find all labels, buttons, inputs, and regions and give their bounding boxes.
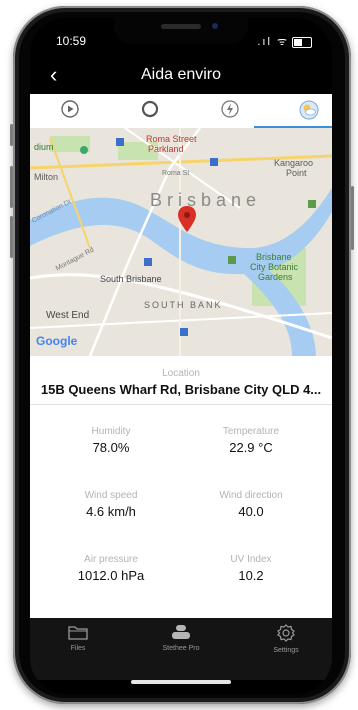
reading-wind-direction: Wind direction 40.0 <box>196 490 306 519</box>
notch <box>114 18 248 44</box>
map-label-botanic-2: City Botanic <box>250 262 299 272</box>
tab-bar-top <box>30 94 332 128</box>
divider <box>30 404 332 405</box>
map-label-kangaroo: Kangaroo <box>274 158 314 168</box>
reading-value: 22.9 °C <box>229 440 273 455</box>
page-title: Aida enviro <box>140 66 222 83</box>
reading-uv-index: UV Index 10.2 <box>196 554 306 583</box>
gear-icon <box>277 624 295 642</box>
battery-icon <box>292 36 312 48</box>
location-value: 15B Queens Wharf Rd, Brisbane City QLD 4… <box>40 382 322 397</box>
map-label-roma: Roma Street <box>146 134 197 144</box>
reading-wind-speed: Wind speed 4.6 km/h <box>56 490 166 519</box>
reading-label: UV Index <box>230 554 272 565</box>
map-label-milton: Milton <box>34 172 59 182</box>
reading-air-pressure: Air pressure 1012.0 hPa <box>56 554 166 583</box>
app-screen: 10:59 .ıl ᯤ ‹ Aida enviro Brisbane Roma … <box>30 18 332 694</box>
lightning-circle-icon[interactable] <box>220 99 242 121</box>
folder-icon <box>68 626 88 640</box>
reading-label: Humidity <box>91 426 131 437</box>
mute-switch <box>10 124 13 146</box>
map-label-west-end: West End <box>46 310 90 321</box>
map-label-parkland: Parkland <box>148 144 184 154</box>
speaker <box>161 24 201 29</box>
play-circle-icon[interactable] <box>60 99 82 121</box>
signal-wifi-icon: .ıl ᯤ <box>257 36 289 48</box>
google-logo: Google <box>36 334 78 348</box>
tab-settings[interactable]: Settings <box>256 624 316 654</box>
tab-stethee-pro[interactable]: Stethee Pro <box>151 624 211 652</box>
volume-down-button <box>10 216 13 258</box>
readings-panel: Location 15B Queens Wharf Rd, Brisbane C… <box>30 356 332 618</box>
tab-files[interactable]: Files <box>48 624 108 652</box>
reading-value: 4.6 km/h <box>86 504 136 519</box>
nav-bar: ‹ Aida enviro <box>30 60 332 94</box>
volume-up-button <box>10 166 13 208</box>
reading-label: Air pressure <box>84 554 138 565</box>
status-icons: .ıl ᯤ <box>257 34 312 49</box>
reading-label: Wind speed <box>84 490 138 501</box>
reading-label: Wind direction <box>219 490 283 501</box>
reading-value: 78.0% <box>92 440 130 455</box>
map-label-botanic-3: Gardens <box>258 272 293 282</box>
power-button <box>351 186 354 250</box>
reading-value: 10.2 <box>238 568 264 583</box>
map-label-point: Point <box>286 168 307 178</box>
map-label-city: Brisbane <box>150 190 262 210</box>
map-view[interactable]: Brisbane Roma Street Parkland Kangaroo P… <box>30 128 332 356</box>
front-camera <box>212 23 218 29</box>
tab-stethee-pro-label: Stethee Pro <box>162 645 200 652</box>
status-time: 10:59 <box>56 34 87 48</box>
location-label: Location <box>162 368 200 379</box>
map-label-emporium: dium <box>34 142 54 152</box>
tab-files-label: Files <box>70 645 86 652</box>
bottom-tab-bar: Files Stethee Pro Settings <box>30 618 332 680</box>
reading-humidity: Humidity 78.0% <box>56 426 166 455</box>
ring-icon[interactable] <box>140 99 162 121</box>
device-icon <box>172 625 190 639</box>
weather-icon[interactable] <box>298 99 320 121</box>
map-label-road-roma: Roma St <box>162 170 190 177</box>
map-label-botanic-1: Brisbane <box>256 252 292 262</box>
reading-value: 40.0 <box>238 504 264 519</box>
map-label-south-bank: SOUTH BANK <box>144 300 223 310</box>
tab-settings-label: Settings <box>273 647 299 654</box>
map-label-south-brisbane: South Brisbane <box>100 274 162 284</box>
reading-label: Temperature <box>222 426 280 437</box>
home-indicator[interactable] <box>131 680 231 684</box>
reading-value: 1012.0 hPa <box>77 568 145 583</box>
reading-temperature: Temperature 22.9 °C <box>196 426 306 455</box>
